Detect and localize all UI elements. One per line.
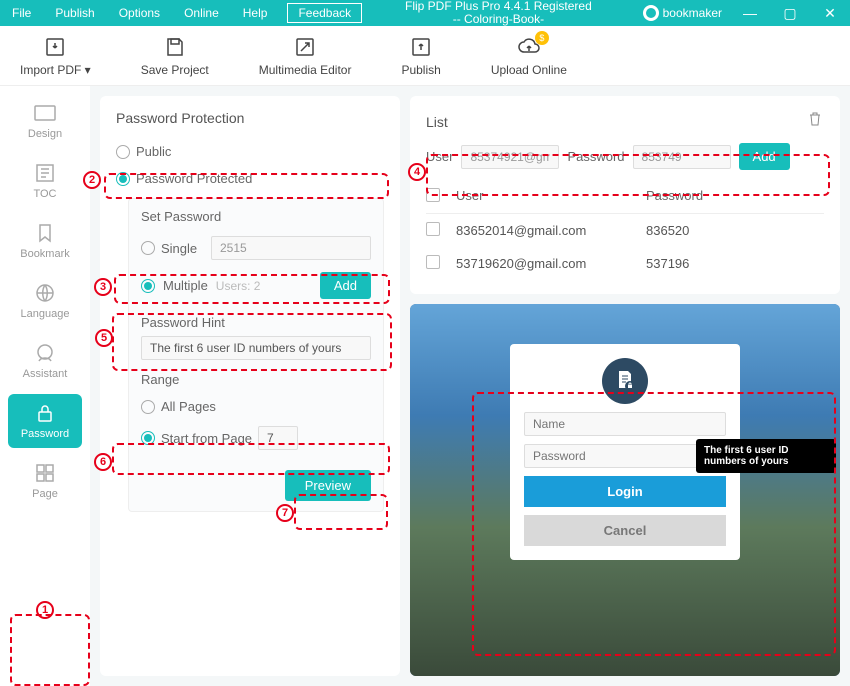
- save-project-button[interactable]: Save Project: [141, 35, 209, 77]
- publish-button[interactable]: Publish: [401, 35, 440, 77]
- single-password-input[interactable]: [211, 236, 371, 260]
- list-heading: List: [426, 114, 448, 130]
- upload-online-button[interactable]: $ Upload Online: [491, 35, 567, 77]
- radio-password-protected[interactable]: Password Protected: [116, 165, 384, 192]
- cancel-button[interactable]: Cancel: [524, 515, 726, 546]
- delete-icon[interactable]: [806, 110, 824, 133]
- radio-icon: [141, 241, 155, 255]
- table-header: User Password: [426, 180, 824, 214]
- password-input[interactable]: [633, 145, 731, 169]
- radio-icon: [116, 145, 130, 159]
- user-input[interactable]: [461, 145, 559, 169]
- menu-file[interactable]: File: [0, 0, 43, 26]
- preview-button[interactable]: Preview: [285, 470, 371, 501]
- window-controls: — ▢ ✕: [730, 0, 850, 26]
- preview-area: Login Cancel The first 6 user ID numbers…: [410, 304, 840, 676]
- title-bar: File Publish Options Online Help Feedbac…: [0, 0, 850, 26]
- edit-icon: [293, 35, 317, 59]
- sidebar-item-password[interactable]: Password: [8, 394, 82, 448]
- lock-document-icon: [602, 358, 648, 404]
- user-label: User: [426, 149, 453, 164]
- minimize-button[interactable]: —: [730, 0, 770, 26]
- cloud-upload-icon: $: [517, 35, 541, 59]
- hint-tooltip: The first 6 user ID numbers of yours: [696, 439, 836, 473]
- user-list-panel: List User Password Add User: [410, 96, 840, 294]
- avatar-icon: [643, 5, 659, 21]
- users-count: Users: 2: [216, 279, 261, 293]
- table-row[interactable]: 83652014@gmail.com 836520: [426, 214, 824, 247]
- range-label: Range: [141, 372, 371, 387]
- menubar: File Publish Options Online Help: [0, 0, 279, 26]
- dollar-badge: $: [535, 31, 549, 45]
- radio-public[interactable]: Public: [116, 138, 384, 165]
- feedback-button[interactable]: Feedback: [287, 3, 362, 23]
- add-user-button[interactable]: Add: [739, 143, 790, 170]
- menu-online[interactable]: Online: [172, 0, 231, 26]
- password-heading: Password Protection: [116, 110, 384, 126]
- radio-start-from-page[interactable]: Start from Page: [141, 420, 371, 456]
- radio-multiple[interactable]: Multiple Users: 2 Add: [141, 266, 371, 305]
- close-button[interactable]: ✕: [810, 0, 850, 26]
- sidebar-item-assistant[interactable]: Assistant: [8, 334, 82, 388]
- login-button[interactable]: Login: [524, 476, 726, 507]
- import-icon: [43, 35, 67, 59]
- col-password: Password: [646, 188, 703, 205]
- menu-publish[interactable]: Publish: [43, 0, 106, 26]
- radio-icon: [141, 400, 155, 414]
- publish-icon: [409, 35, 433, 59]
- radio-icon: [141, 279, 155, 293]
- sidebar-item-page[interactable]: Page: [8, 454, 82, 508]
- username: bookmaker: [663, 6, 722, 20]
- password-hint-input[interactable]: [141, 336, 371, 360]
- user-account[interactable]: bookmaker: [635, 5, 730, 21]
- add-multiple-button[interactable]: Add: [320, 272, 371, 299]
- window-title: Flip PDF Plus Pro 4.4.1 Registered -- Co…: [362, 0, 634, 26]
- password-label: Password: [567, 149, 624, 164]
- menu-options[interactable]: Options: [107, 0, 172, 26]
- save-icon: [163, 35, 187, 59]
- name-input[interactable]: [524, 412, 726, 436]
- checkbox[interactable]: [426, 222, 440, 236]
- radio-icon: [116, 172, 130, 186]
- password-hint-label: Password Hint: [141, 315, 371, 330]
- sidebar-item-language[interactable]: Language: [8, 274, 82, 328]
- sidebar-item-bookmark[interactable]: Bookmark: [8, 214, 82, 268]
- password-protection-panel: Password Protection Public Password Prot…: [100, 96, 400, 676]
- sidebar-item-toc[interactable]: TOC: [8, 154, 82, 208]
- checkbox-all[interactable]: [426, 188, 440, 202]
- menu-help[interactable]: Help: [231, 0, 280, 26]
- maximize-button[interactable]: ▢: [770, 0, 810, 26]
- sidebar-item-design[interactable]: Design: [8, 96, 82, 148]
- add-user-row: User Password Add: [426, 143, 824, 170]
- multimedia-editor-button[interactable]: Multimedia Editor: [259, 35, 352, 77]
- radio-single[interactable]: Single: [141, 230, 371, 266]
- sidebar: Design TOC Bookmark Language Assistant P…: [0, 86, 90, 686]
- table-row[interactable]: 53719620@gmail.com 537196: [426, 247, 824, 280]
- col-user: User: [456, 188, 646, 205]
- start-page-input[interactable]: [258, 426, 298, 450]
- radio-all-pages[interactable]: All Pages: [141, 393, 371, 420]
- set-password-label: Set Password: [141, 209, 371, 224]
- checkbox[interactable]: [426, 255, 440, 269]
- radio-icon: [141, 431, 155, 445]
- import-pdf-button[interactable]: Import PDF ▾: [20, 35, 91, 77]
- toolbar: Import PDF ▾ Save Project Multimedia Edi…: [0, 26, 850, 86]
